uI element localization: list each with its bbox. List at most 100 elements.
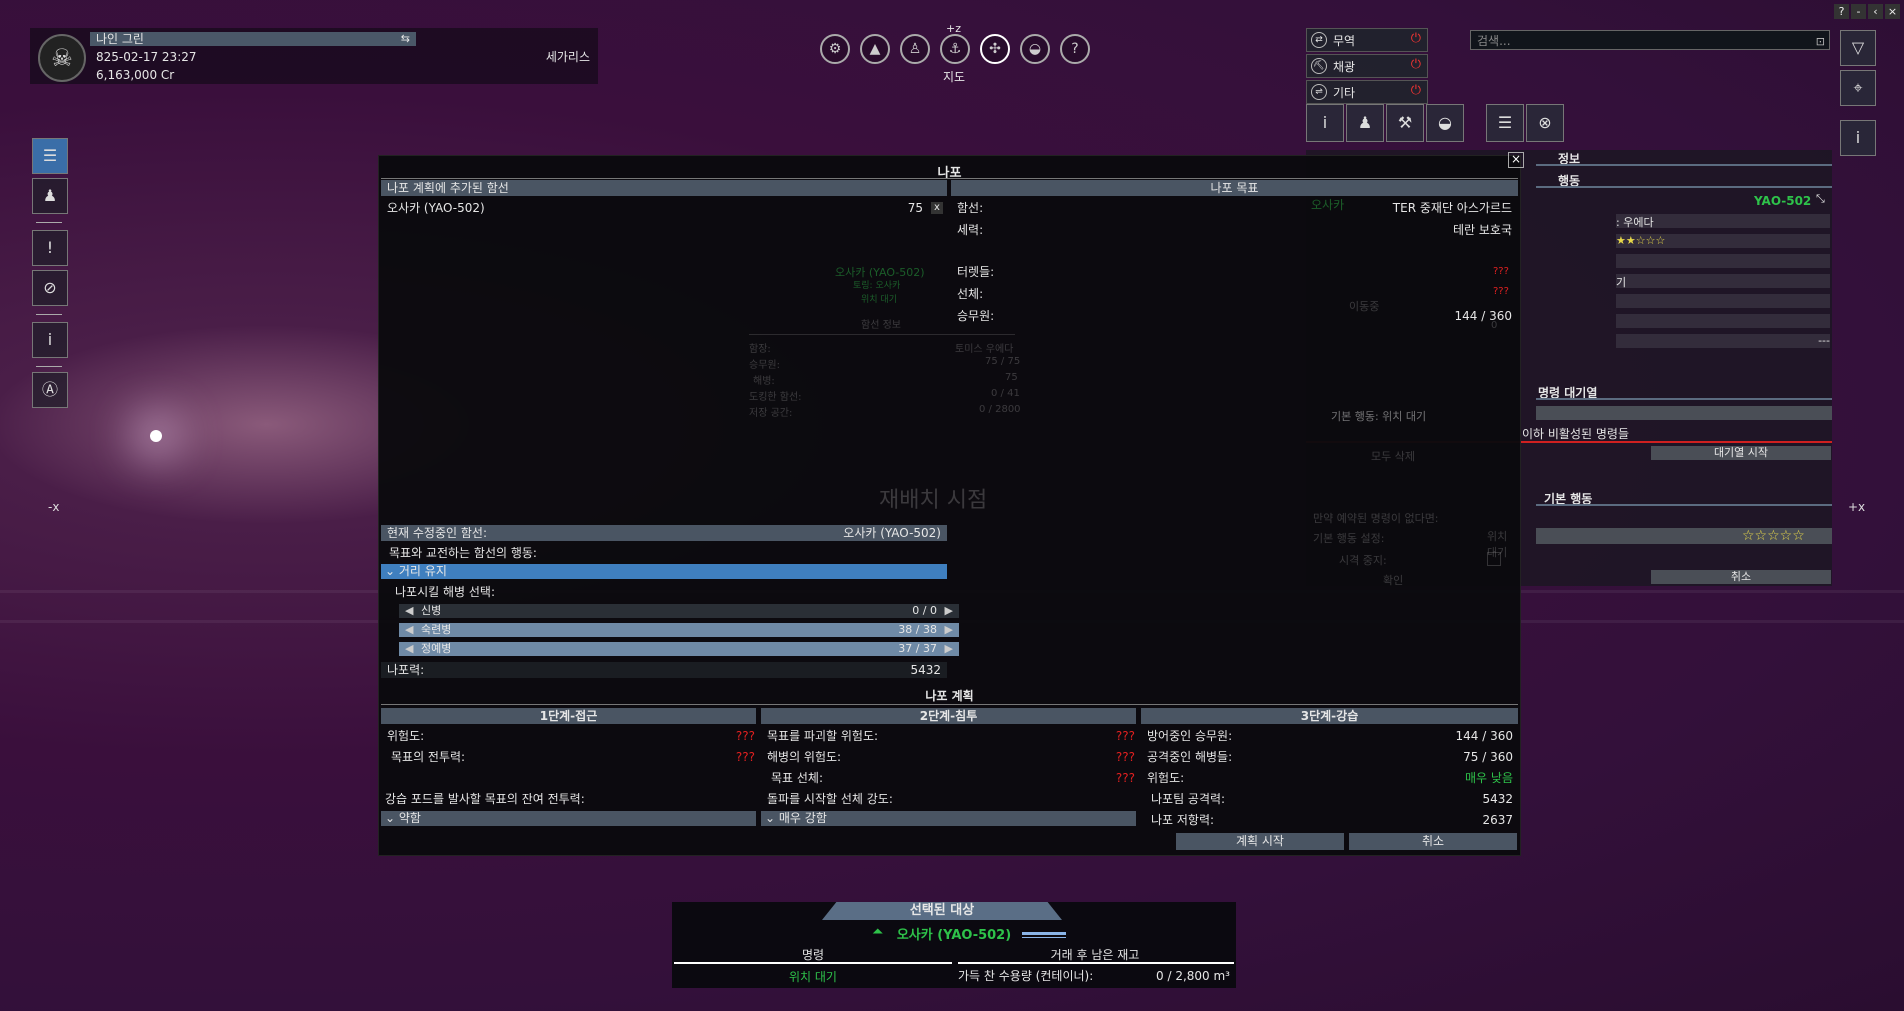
- behavior-dropdown[interactable]: ⌄ 거리 유지: [381, 564, 947, 579]
- ghost-cond-set: 기본 행동 설정:: [1313, 532, 1385, 545]
- faction-logo-icon[interactable]: ☠: [38, 34, 86, 82]
- p2-marine-value: ???: [1115, 750, 1135, 764]
- decrease-icon[interactable]: ◀: [405, 623, 413, 637]
- helmet-icon[interactable]: ◒: [1020, 34, 1050, 64]
- filter-mining[interactable]: ⛏ 채광 ⏻: [1306, 54, 1428, 78]
- target-header-label: 나포 목표: [1210, 181, 1259, 195]
- filter-label: 무역: [1333, 34, 1356, 48]
- marine-stepper-elite[interactable]: ◀ 정예병 37 / 37 ▶: [399, 642, 959, 656]
- map-icon[interactable]: ✣: [980, 34, 1010, 64]
- p1-pod-dropdown[interactable]: ⌄ 약함: [381, 811, 756, 826]
- phase2-title: 2단계-침투: [919, 709, 978, 723]
- default-stars: ☆☆☆☆☆: [1742, 528, 1805, 544]
- planned-ship-value: 75: [907, 201, 923, 215]
- ghost-row-k: 함장:: [749, 344, 771, 355]
- minimize-button[interactable]: -: [1851, 4, 1866, 19]
- power-icon[interactable]: ⏻: [1411, 83, 1421, 98]
- back-button[interactable]: ‹: [1868, 4, 1883, 19]
- list-tab-button[interactable]: ☰: [1486, 104, 1524, 142]
- ghost-row-k: 승무원:: [749, 360, 780, 371]
- swap-icon[interactable]: ⇆: [401, 32, 410, 46]
- queue-start-button[interactable]: 대기열 시작: [1651, 446, 1831, 460]
- p2-marine-label: 해병의 위험도:: [767, 750, 842, 764]
- blank-value: [1616, 294, 1830, 308]
- ghost-bg-text: 재배치 시점: [879, 488, 988, 513]
- p3-attack-label: 나포팀 공격력:: [1151, 792, 1226, 806]
- target-shield-bar: [1022, 937, 1066, 938]
- info-tab-button[interactable]: i: [1306, 104, 1344, 142]
- waypoint-tab-button[interactable]: ⊗: [1526, 104, 1564, 142]
- expand-icon[interactable]: ⤡: [1816, 192, 1825, 206]
- behavior-label: 목표와 교전하는 함선의 행동:: [389, 546, 537, 560]
- mining-icon: ⛏: [1311, 58, 1327, 74]
- search-input[interactable]: 검색... ⊡: [1470, 30, 1830, 50]
- help-icon[interactable]: ?: [1060, 34, 1090, 64]
- station-icon[interactable]: ⚓: [940, 34, 970, 64]
- decrease-icon[interactable]: ◀: [405, 604, 413, 618]
- chevron-down-icon: ⌄: [765, 811, 776, 825]
- search-clear-icon[interactable]: ⊡: [1816, 32, 1825, 52]
- list-button[interactable]: ☰: [32, 138, 68, 174]
- alert-button[interactable]: !: [32, 230, 68, 266]
- marine-value: 38 / 38: [898, 623, 937, 636]
- helmet-tab-button[interactable]: ◒: [1426, 104, 1464, 142]
- target-health-bar: [1022, 932, 1066, 935]
- increase-icon[interactable]: ▶: [945, 623, 953, 637]
- settings-icon[interactable]: ⚙: [820, 34, 850, 64]
- player-panel: ☠ 나인 그린 ⇆ 825-02-17 23:27 6,163,000 Cr 세…: [30, 28, 598, 84]
- phase1-header: 1단계-접근: [381, 708, 756, 724]
- default-cancel-button[interactable]: 취소: [1651, 570, 1831, 584]
- player-name-bar[interactable]: 나인 그린 ⇆: [90, 32, 416, 46]
- increase-icon[interactable]: ▶: [945, 642, 953, 656]
- status-button[interactable]: ⊘: [32, 270, 68, 306]
- start-plan-button[interactable]: 계획 시작: [1176, 833, 1344, 850]
- ghost-qmark: ???: [1493, 266, 1509, 277]
- marines-label: 나포시킬 해병 선택:: [395, 585, 495, 599]
- plan-title: 나포 계획: [925, 689, 974, 703]
- crew-tab-button[interactable]: ♟: [1346, 104, 1384, 142]
- ghost-row-v: 75: [1005, 372, 1018, 383]
- boarding-power-label: 나포력:: [387, 663, 425, 677]
- close-window-button[interactable]: ×: [1885, 4, 1900, 19]
- boarding-power-row: 나포력: 5432: [381, 662, 947, 678]
- info-side-icon[interactable]: i: [1840, 120, 1876, 156]
- planned-ship-row[interactable]: 오사카 (YAO-502) 75 x: [387, 200, 947, 216]
- power-icon[interactable]: ⏻: [1411, 31, 1421, 46]
- editing-ship-value: 오사카 (YAO-502): [843, 526, 941, 540]
- marine-name: 정예병: [421, 642, 452, 655]
- filter-funnel-icon[interactable]: ▽: [1840, 30, 1876, 66]
- credits: 6,163,000 Cr: [96, 68, 175, 82]
- ghost-cond-stop: 시격 중지:: [1339, 554, 1387, 567]
- person-icon[interactable]: ♙: [900, 34, 930, 64]
- ghost-ship-sub1: 토링: 오사카: [853, 281, 901, 291]
- ship-icon[interactable]: ▲: [860, 34, 890, 64]
- p1-power-label: 목표의 전투력:: [391, 750, 466, 764]
- cancel-plan-button[interactable]: 취소: [1349, 833, 1517, 850]
- decrease-icon[interactable]: ◀: [405, 642, 413, 656]
- power-icon[interactable]: ⏻: [1411, 57, 1421, 72]
- filter-trade[interactable]: ⇄ 무역 ⏻: [1306, 28, 1428, 52]
- planned-ships-header-label: 나포 계획에 추가된 함선: [387, 181, 509, 195]
- location-pin-icon[interactable]: ⌖: [1840, 70, 1876, 106]
- marine-stepper-veteran[interactable]: ◀ 숙련병 38 / 38 ▶: [399, 623, 959, 637]
- map-label: 지도: [943, 70, 966, 84]
- crew-button[interactable]: ♟: [32, 178, 68, 214]
- increase-icon[interactable]: ▶: [945, 604, 953, 618]
- chevron-down-icon: ⌄: [385, 564, 396, 578]
- target-crew-label: 승무원:: [957, 309, 995, 323]
- info-button[interactable]: i: [32, 322, 68, 358]
- ghost-checkbox: [1487, 552, 1501, 566]
- close-icon[interactable]: ×: [1508, 152, 1524, 168]
- marine-stepper-recruit[interactable]: ◀ 신병 0 / 0 ▶: [399, 604, 959, 618]
- wrench-tab-button[interactable]: ⚒: [1386, 104, 1424, 142]
- remove-ship-button[interactable]: x: [931, 202, 943, 214]
- compass-button[interactable]: Ⓐ: [32, 372, 68, 408]
- selected-target-name[interactable]: 오사카 (YAO-502): [672, 924, 1236, 943]
- p3-resist-label: 나포 저항력:: [1151, 813, 1215, 827]
- help-window-button[interactable]: ?: [1834, 4, 1849, 19]
- p2-breach-dropdown[interactable]: ⌄ 매우 강함: [761, 811, 1136, 826]
- ghost-cond-label: 만약 예약된 명령이 없다면:: [1313, 512, 1439, 525]
- axis-minus-x: -x: [48, 500, 60, 514]
- boarding-power-value: 5432: [910, 663, 941, 677]
- filter-other[interactable]: ⇌ 기타 ⏻: [1306, 80, 1428, 104]
